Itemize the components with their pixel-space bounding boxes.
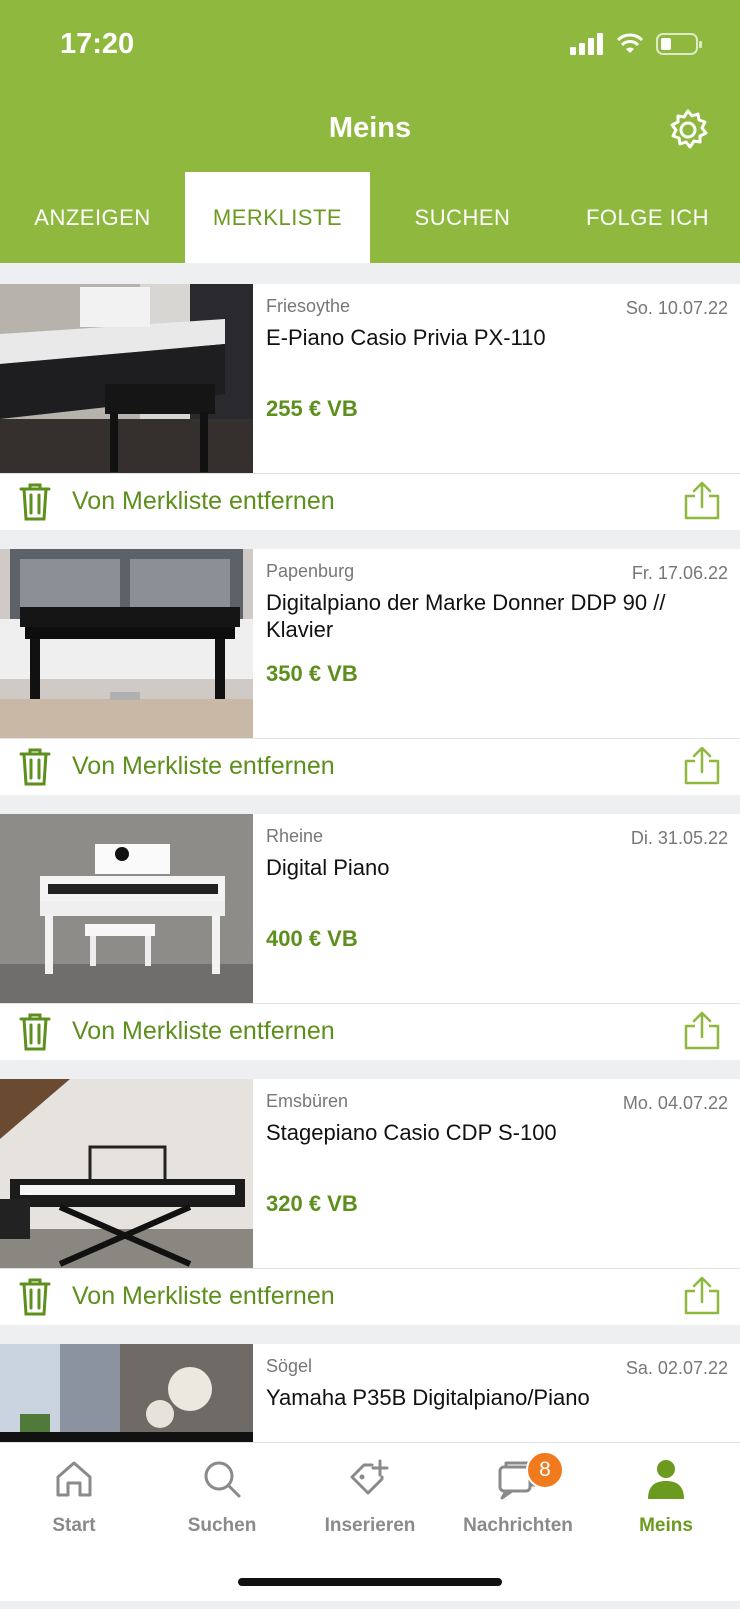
listing-location: Sögel xyxy=(266,1356,313,1376)
nav-label: Inserieren xyxy=(324,1515,416,1536)
signal-icon xyxy=(570,33,603,55)
trash-icon[interactable] xyxy=(18,482,52,522)
listing-photo[interactable] xyxy=(0,814,253,1003)
listing-info[interactable]: Friesoythe So. 10.07.22 E-Piano Casio Pr… xyxy=(253,284,740,473)
nav-inserieren[interactable]: Inserieren xyxy=(296,1443,444,1553)
share-icon[interactable] xyxy=(682,1275,722,1317)
nav-meins[interactable]: Meins xyxy=(592,1443,740,1553)
listing-info[interactable]: Emsbüren Mo. 04.07.22 Stagepiano Casio C… xyxy=(253,1079,740,1268)
listing-title[interactable]: Yamaha P35B Digitalpiano/Piano xyxy=(266,1384,676,1411)
tab-anzeigen[interactable]: ANZEIGEN xyxy=(0,172,185,263)
listing-photo[interactable] xyxy=(0,549,253,738)
listing-title[interactable]: Digital Piano xyxy=(266,854,676,881)
wifi-icon xyxy=(616,33,644,53)
remove-from-watchlist-button[interactable]: Von Merkliste entfernen xyxy=(72,1282,335,1311)
nav-nachrichten[interactable]: 8 Nachrichten xyxy=(444,1443,592,1553)
search-icon xyxy=(204,1461,241,1498)
remove-from-watchlist-button[interactable]: Von Merkliste entfernen xyxy=(72,487,335,516)
trash-icon[interactable] xyxy=(18,1012,52,1052)
user-icon xyxy=(648,1460,684,1499)
listing-date: So. 10.07.22 xyxy=(625,298,728,318)
trash-icon[interactable] xyxy=(18,1277,52,1317)
listing-info[interactable]: Papenburg Fr. 17.06.22 Digitalpiano der … xyxy=(253,549,740,738)
unread-badge: 8 xyxy=(526,1451,564,1489)
listing-actions: Von Merkliste entfernen xyxy=(0,738,740,796)
listing-price: 400 € VB xyxy=(266,926,358,951)
home-icon xyxy=(56,1461,92,1497)
gear-icon[interactable] xyxy=(666,108,710,152)
share-icon[interactable] xyxy=(682,745,722,787)
listing-title[interactable]: Stagepiano Casio CDP S-100 xyxy=(266,1119,676,1146)
page-title: Meins xyxy=(328,112,412,144)
remove-from-watchlist-button[interactable]: Von Merkliste entfernen xyxy=(72,752,335,781)
list-item[interactable]: Rheine Di. 31.05.22 Digital Piano 400 € … xyxy=(0,814,740,1060)
nav-suchen[interactable]: Suchen xyxy=(148,1443,296,1553)
listing-location: Friesoythe xyxy=(266,296,351,316)
listing-title[interactable]: Digitalpiano der Marke Donner DDP 90 // … xyxy=(266,589,676,643)
tag-plus-icon xyxy=(350,1459,389,1495)
battery-icon xyxy=(656,33,702,55)
listing-price: 320 € VB xyxy=(266,1191,358,1216)
listing-date: Fr. 17.06.22 xyxy=(631,563,728,583)
trash-icon[interactable] xyxy=(18,747,52,787)
nav-label: Suchen xyxy=(187,1515,257,1536)
listing-photo[interactable] xyxy=(0,284,253,473)
listing-date: Sa. 02.07.22 xyxy=(625,1358,728,1378)
share-icon[interactable] xyxy=(682,480,722,522)
tab-merkliste[interactable]: MERKLISTE xyxy=(185,172,370,263)
listing-actions: Von Merkliste entfernen xyxy=(0,1003,740,1061)
listing-location: Rheine xyxy=(266,826,324,846)
listing-title[interactable]: E-Piano Casio Privia PX-110 xyxy=(266,324,676,351)
listing-info[interactable]: Rheine Di. 31.05.22 Digital Piano 400 € … xyxy=(253,814,740,1003)
nav-label: Start xyxy=(52,1515,96,1536)
home-indicator[interactable] xyxy=(238,1578,502,1586)
list-item[interactable]: Papenburg Fr. 17.06.22 Digitalpiano der … xyxy=(0,549,740,795)
listing-location: Emsbüren xyxy=(266,1091,349,1111)
tab-bar: ANZEIGEN MERKLISTE SUCHEN FOLGE ICH xyxy=(0,172,740,263)
listing-price: 350 € VB xyxy=(266,661,358,686)
list-item[interactable]: Emsbüren Mo. 04.07.22 Stagepiano Casio C… xyxy=(0,1079,740,1325)
status-icons xyxy=(570,32,702,56)
list-item[interactable]: Friesoythe So. 10.07.22 E-Piano Casio Pr… xyxy=(0,284,740,530)
nav-label: Nachrichten xyxy=(463,1515,573,1536)
listing-date: Mo. 04.07.22 xyxy=(622,1093,728,1113)
listing-location: Papenburg xyxy=(266,561,355,581)
listing-photo[interactable] xyxy=(0,1079,253,1268)
status-time: 17:20 xyxy=(60,28,135,60)
remove-from-watchlist-button[interactable]: Von Merkliste entfernen xyxy=(72,1017,335,1046)
app-header: 17:20 Meins ANZEIGEN MERKLISTE SUCHEN FO… xyxy=(0,0,740,263)
listing-date: Di. 31.05.22 xyxy=(630,828,728,848)
listing-actions: Von Merkliste entfernen xyxy=(0,473,740,531)
watchlist: Friesoythe So. 10.07.22 E-Piano Casio Pr… xyxy=(0,284,740,1609)
listing-actions: Von Merkliste entfernen xyxy=(0,1268,740,1326)
nav-start[interactable]: Start xyxy=(0,1443,148,1553)
share-icon[interactable] xyxy=(682,1010,722,1052)
nav-label: Meins xyxy=(639,1515,693,1536)
tab-suchen[interactable]: SUCHEN xyxy=(370,172,555,263)
listing-price: 255 € VB xyxy=(266,396,358,421)
tab-folge-ich[interactable]: FOLGE ICH xyxy=(555,172,740,263)
